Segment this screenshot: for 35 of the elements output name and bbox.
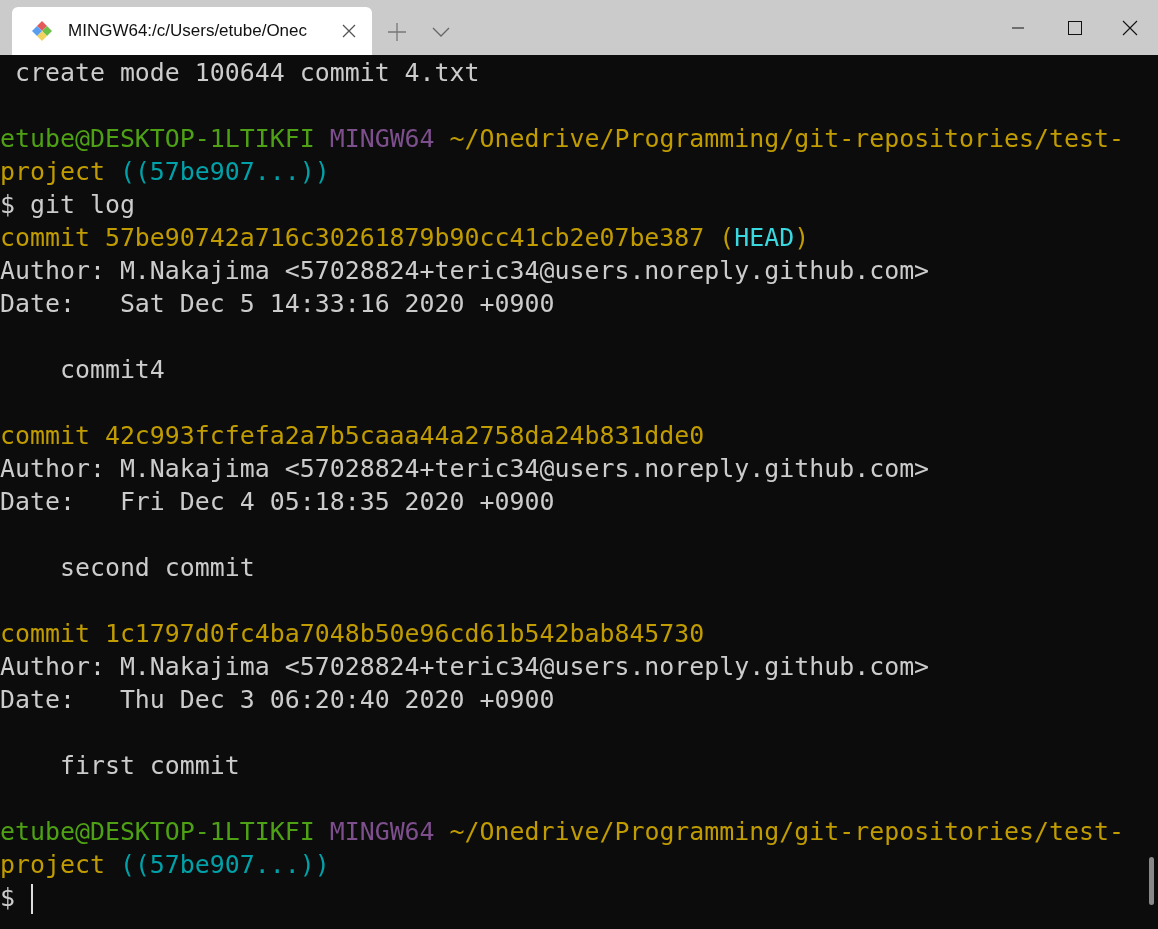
new-tab-icon[interactable] [388, 23, 406, 41]
close-tab-icon[interactable] [342, 24, 356, 38]
terminal-text: Date: Thu Dec 3 06:20:40 2020 +0900 [0, 685, 555, 714]
prompt-path: project [0, 157, 105, 186]
prompt-user-host: etube@DESKTOP-1LTIKFI [0, 124, 315, 153]
tab-title: MINGW64:/c/Users/etube/Onec [68, 21, 309, 41]
terminal-text: second commit [58, 553, 255, 582]
prompt-path: ~/Onedrive/Programming/git-repositories/test- [448, 124, 1124, 153]
text-cursor [31, 884, 33, 914]
terminal-text: Author: M.Nakajima <57028824+teric34@users.noreply.github.com> [0, 652, 930, 681]
prompt-path: project [0, 850, 105, 879]
branch-label: ((57be907...)) [118, 157, 330, 186]
prompt-path: ) [794, 223, 810, 252]
diamond-logo-icon [30, 19, 54, 43]
terminal-tab[interactable]: MINGW64:/c/Users/etube/Onec [12, 7, 372, 55]
terminal-text: Date: Fri Dec 4 05:18:35 2020 +0900 [0, 487, 555, 516]
prompt-path: commit 42c993fcfefa2a7b5caaa44a2758da24b831dde0 [0, 421, 705, 450]
prompt-path: ~/Onedrive/Programming/git-repositories/test- [448, 817, 1124, 846]
prompt-path: commit 57be90742a716c30261879b90cc41cb2e07be387 ( [0, 223, 735, 252]
prompt-user-host: etube@DESKTOP-1LTIKFI [0, 817, 315, 846]
terminal-text: first commit [58, 751, 240, 780]
prompt-system: MINGW64 [328, 817, 435, 846]
scrollbar-thumb[interactable] [1149, 857, 1154, 905]
head-label: HEAD [734, 223, 795, 252]
terminal-text: $ [0, 883, 15, 912]
terminal-text: Author: M.Nakajima <57028824+teric34@users.noreply.github.com> [0, 454, 930, 483]
prompt-path: commit 1c1797d0fc4ba7048b50e96cd61b542bab845730 [0, 619, 705, 648]
prompt-system: MINGW64 [328, 124, 435, 153]
dropdown-chevron-icon[interactable] [432, 27, 450, 37]
terminal-text: commit4 [58, 355, 165, 384]
branch-label: ((57be907...)) [118, 850, 330, 879]
terminal-text: Date: Sat Dec 5 14:33:16 2020 +0900 [0, 289, 555, 318]
terminal-text: create mode 100644 commit 4.txt [14, 58, 480, 87]
terminal-text: Author: M.Nakajima <57028824+teric34@users.noreply.github.com> [0, 256, 930, 285]
terminal-text: $ git log [0, 190, 135, 219]
